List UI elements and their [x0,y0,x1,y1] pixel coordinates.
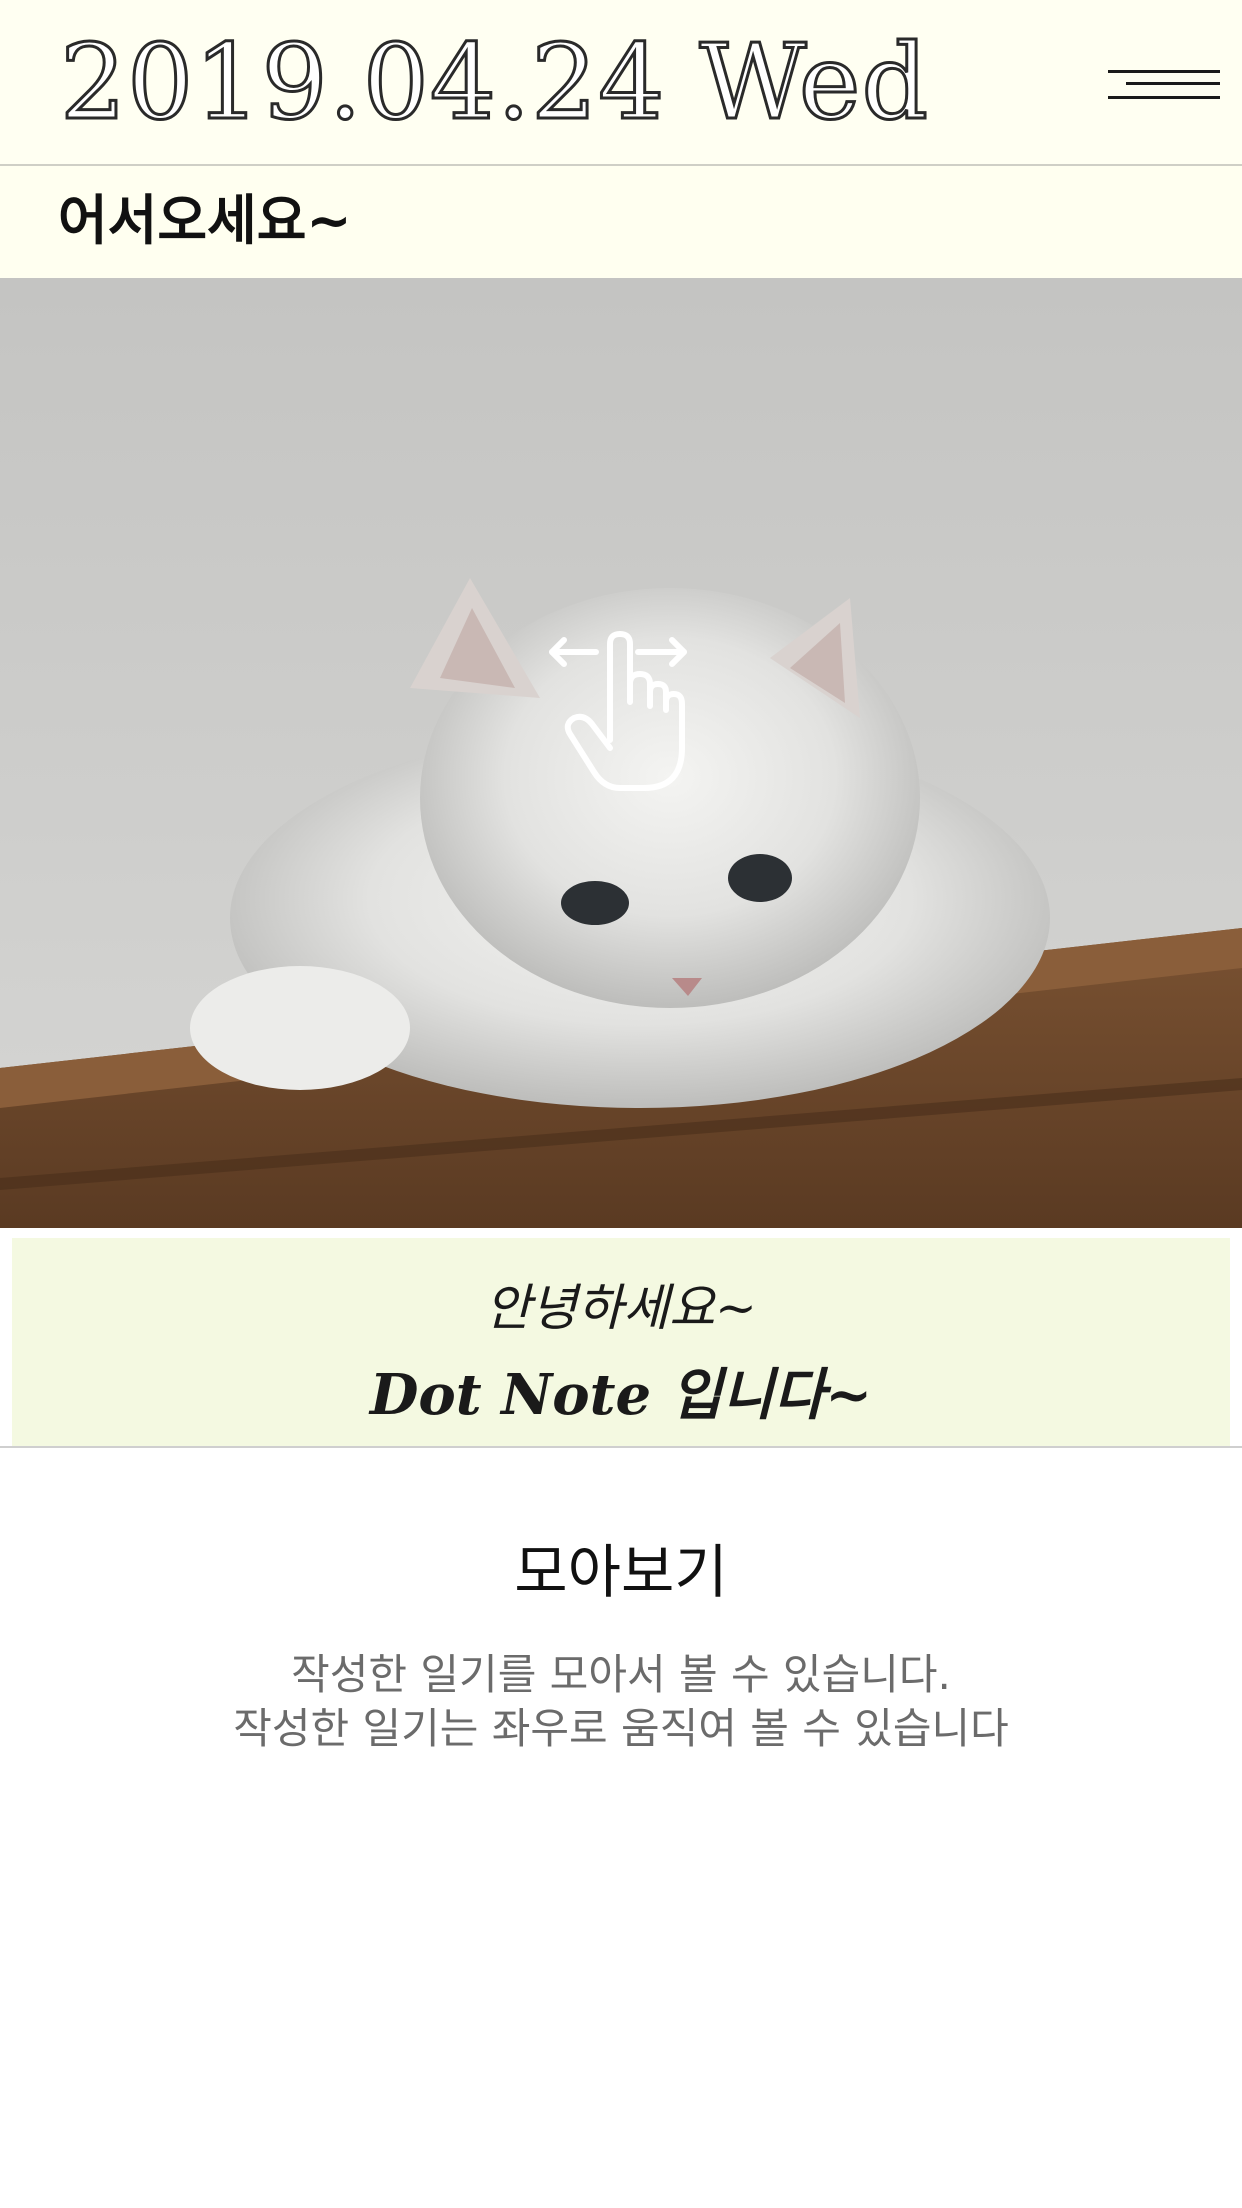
menu-line [1126,82,1220,85]
hero-image-carousel[interactable] [0,278,1242,1228]
header-bar: 2019.04.24 Wed [0,0,1242,166]
greeting-line-1: 안녕하세요~ [485,1279,757,1337]
welcome-bar: 어서오세요~ [0,166,1242,278]
swipe-hand-icon [549,631,687,791]
menu-line [1108,70,1220,73]
welcome-text: 어서오세요~ [58,189,352,252]
hamburger-menu-icon[interactable] [1108,66,1220,106]
greeting-box: 안녕하세요~ Dot Note 입니다~ [12,1238,1230,1446]
section-description-1: 작성한 일기를 모아서 볼 수 있습니다. [291,1650,951,1699]
section-divider [0,1446,1242,1448]
app-screen: 2019.04.24 Wed 어서오세요~ 안녕하세요~ Dot Note 입니… [0,0,1242,2208]
date-title: 2019.04.24 Wed [58,21,930,144]
section-description-2: 작성한 일기는 좌우로 움직여 볼 수 있습니다 [233,1704,1009,1753]
section-title: 모아보기 [514,1538,728,1606]
greeting-line-2: Dot Note 입니다~ [369,1362,873,1428]
menu-line [1108,96,1220,99]
